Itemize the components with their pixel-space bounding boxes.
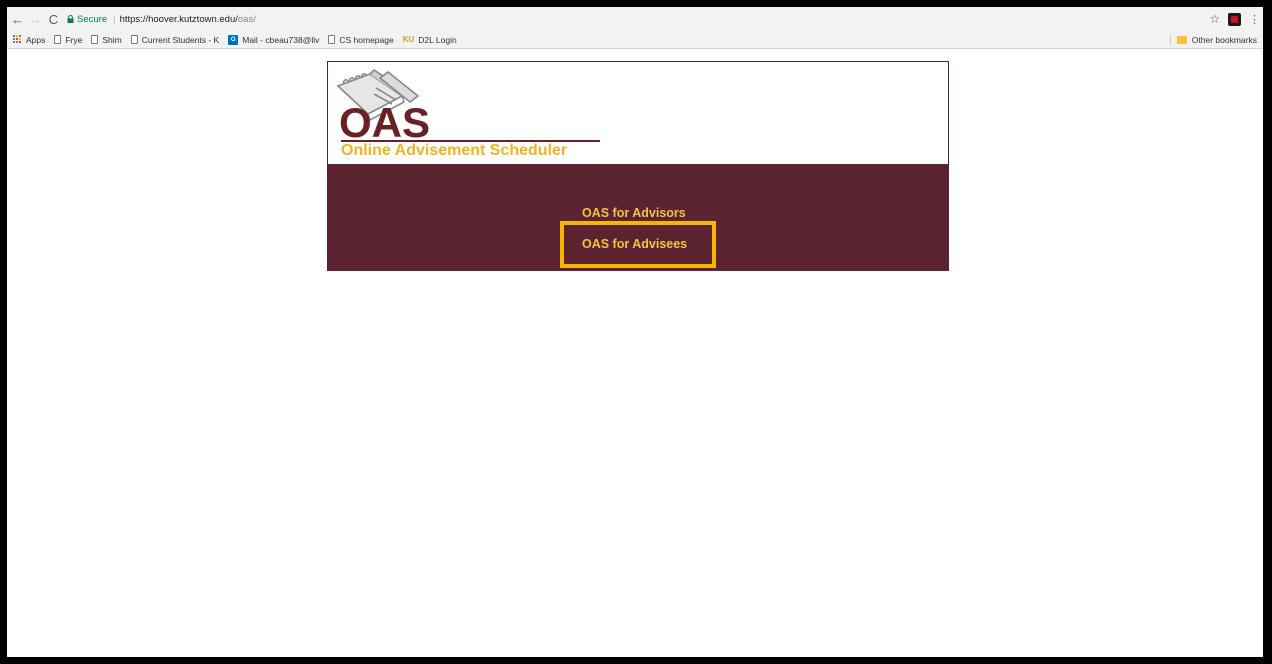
- bookmark-label: Mail - cbeau738@liv: [242, 34, 320, 45]
- other-bookmarks[interactable]: Other bookmarks: [1169, 34, 1257, 45]
- oas-header: OAS Online Advisement Scheduler: [328, 62, 948, 164]
- oas-advisees-link[interactable]: OAS for Advisees: [582, 237, 687, 251]
- bookmark-label: Frye: [65, 34, 83, 45]
- bookmark-mail[interactable]: O Mail - cbeau738@liv: [228, 34, 320, 45]
- bookmark-shim[interactable]: Shim: [91, 34, 122, 45]
- bookmark-d2l-login[interactable]: KU D2L Login: [403, 35, 457, 45]
- url-path: oas/: [237, 13, 256, 25]
- lock-icon: [67, 15, 74, 23]
- bookmark-star-icon[interactable]: ☆: [1209, 12, 1220, 26]
- bookmarks-bar: Apps Frye Shim Current Students - K O Ma…: [7, 31, 1263, 49]
- page-icon: [130, 35, 138, 44]
- oas-advisors-link[interactable]: OAS for Advisors: [582, 206, 686, 220]
- menu-icon[interactable]: ⋮: [1249, 13, 1260, 26]
- bookmark-apps[interactable]: Apps: [13, 35, 45, 45]
- secure-label: Secure: [77, 13, 108, 25]
- back-button[interactable]: ←: [10, 11, 25, 27]
- apps-grid-icon: [13, 35, 22, 44]
- bookmark-frye[interactable]: Frye: [54, 35, 82, 45]
- browser-window: ← → C Secure | https://hoover.kutztown.e…: [7, 7, 1263, 657]
- bookmark-label: Shim: [102, 34, 122, 45]
- oas-subtitle: Online Advisement Scheduler: [341, 142, 568, 159]
- bookmark-label: Current Students - K: [141, 34, 220, 45]
- forward-button[interactable]: →: [28, 11, 43, 27]
- folder-icon: [1176, 35, 1187, 44]
- reload-button[interactable]: C: [46, 11, 61, 27]
- page-icon: [328, 35, 336, 44]
- page-icon: [91, 35, 99, 44]
- oas-nav-panel: OAS for Advisors OAS for Advisees: [328, 164, 948, 270]
- oas-logo: OAS: [339, 99, 431, 146]
- other-bookmarks-label: Other bookmarks: [1191, 34, 1257, 45]
- omnibox-divider: |: [113, 13, 116, 25]
- omnibox[interactable]: Secure | https://hoover.kutztown.edu/ oa…: [67, 11, 1197, 27]
- url-host: https://hoover.kutztown.edu/: [119, 13, 238, 25]
- address-bar-row: ← → C Secure | https://hoover.kutztown.e…: [7, 7, 1263, 31]
- bookmark-cs-homepage[interactable]: CS homepage: [328, 34, 394, 45]
- pdf-extension-icon[interactable]: [1228, 12, 1241, 26]
- outlook-icon: O: [228, 34, 239, 45]
- page-icon: [54, 35, 62, 44]
- bookmark-current-students[interactable]: Current Students - K: [130, 34, 220, 45]
- toolbar-right: ☆ ⋮: [1209, 12, 1260, 26]
- oas-panel: OAS Online Advisement Scheduler OAS for …: [327, 61, 949, 271]
- ku-icon: KU: [402, 35, 415, 44]
- bookmark-label: CS homepage: [339, 34, 394, 45]
- bookmark-label: D2L Login: [418, 34, 457, 45]
- bookmark-label: Apps: [26, 34, 46, 45]
